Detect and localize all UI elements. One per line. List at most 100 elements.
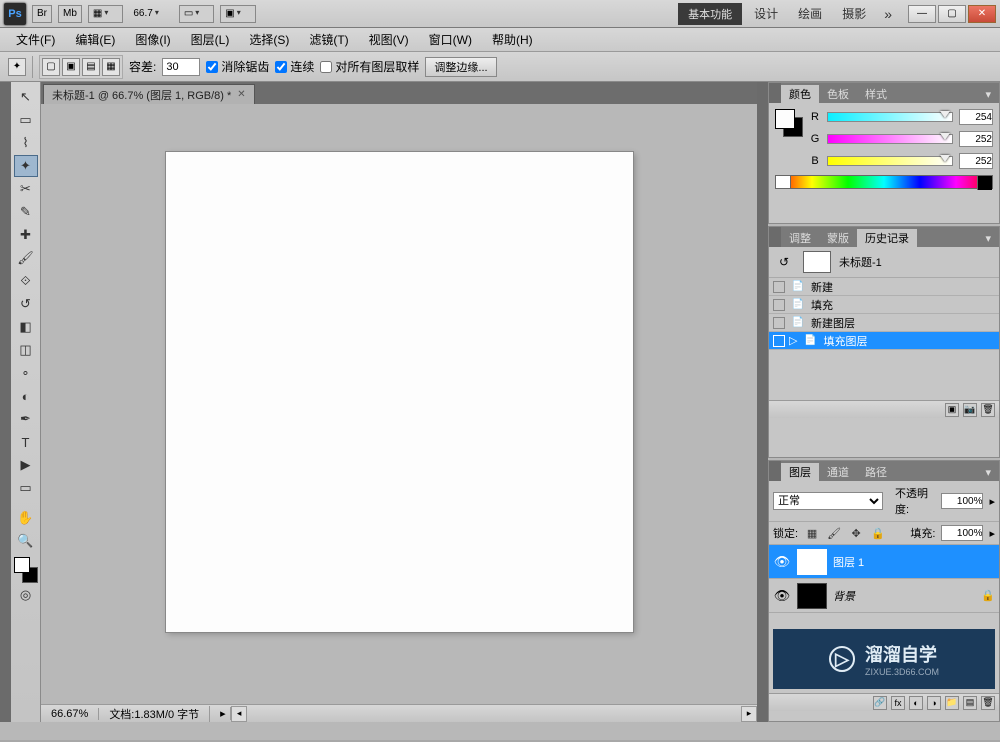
dock-edge-left[interactable] bbox=[0, 82, 11, 722]
blend-mode-select[interactable]: 正常 bbox=[773, 492, 883, 510]
layer-item[interactable]: 👁 背景 🔒 bbox=[769, 579, 999, 613]
layer-thumb[interactable] bbox=[797, 583, 827, 609]
history-new-icon[interactable]: 📷 bbox=[963, 403, 977, 417]
workspace-design-button[interactable]: 设计 bbox=[746, 3, 786, 25]
delete-layer-icon[interactable]: 🗑 bbox=[981, 696, 995, 710]
scroll-left-button[interactable]: ◂ bbox=[231, 706, 247, 722]
layer-name[interactable]: 背景 bbox=[833, 588, 975, 604]
zoom-level-display[interactable]: 66.7 bbox=[129, 5, 172, 23]
tab-paths[interactable]: 路径 bbox=[857, 463, 895, 481]
menu-file[interactable]: 文件(F) bbox=[6, 31, 65, 48]
b-input[interactable] bbox=[959, 153, 993, 169]
layer-name[interactable]: 图层 1 bbox=[833, 554, 995, 570]
lock-pixels-icon[interactable]: 🖌 bbox=[826, 525, 842, 541]
panel-menu-icon[interactable]: ▾ bbox=[977, 229, 999, 247]
r-slider[interactable] bbox=[827, 112, 953, 122]
crop-tool[interactable]: ✂ bbox=[14, 178, 38, 200]
all-layers-checkbox[interactable]: 对所有图层取样 bbox=[320, 58, 419, 75]
healing-brush-tool[interactable]: ✚ bbox=[14, 224, 38, 246]
window-close-button[interactable]: ✕ bbox=[968, 5, 996, 23]
shape-tool[interactable]: ▭ bbox=[14, 477, 38, 499]
window-maximize-button[interactable]: ▢ bbox=[938, 5, 966, 23]
history-item[interactable]: 📄填充 bbox=[769, 296, 999, 314]
layer-item[interactable]: 👁 图层 1 bbox=[769, 545, 999, 579]
history-brush-tool[interactable]: ↺ bbox=[14, 293, 38, 315]
foreground-swatch[interactable] bbox=[14, 557, 30, 573]
tab-channels[interactable]: 通道 bbox=[819, 463, 857, 481]
menu-view[interactable]: 视图(V) bbox=[359, 31, 419, 48]
lasso-tool[interactable]: ⌇ bbox=[14, 132, 38, 154]
tolerance-input[interactable] bbox=[162, 58, 200, 76]
color-swatches[interactable] bbox=[14, 557, 38, 583]
antialias-checkbox[interactable]: 消除锯齿 bbox=[206, 58, 269, 75]
history-item[interactable]: ▷📄填充图层 bbox=[769, 332, 999, 350]
marquee-tool[interactable]: ▭ bbox=[14, 109, 38, 131]
dodge-tool[interactable]: ◐ bbox=[14, 385, 38, 407]
canvas[interactable] bbox=[166, 152, 633, 632]
panel-menu-icon[interactable]: ▾ bbox=[977, 85, 999, 103]
adjustment-layer-icon[interactable]: ◑ bbox=[927, 696, 941, 710]
status-zoom[interactable]: 66.67% bbox=[41, 708, 99, 720]
panel-foreground-swatch[interactable] bbox=[775, 109, 795, 129]
contiguous-checkbox[interactable]: 连续 bbox=[275, 58, 314, 75]
blur-tool[interactable]: ∘ bbox=[14, 362, 38, 384]
hand-tool[interactable]: ✋ bbox=[14, 507, 38, 529]
dock-edge-right[interactable] bbox=[757, 82, 768, 722]
refine-edge-button[interactable]: 调整边缘... bbox=[425, 57, 496, 77]
eraser-tool[interactable]: ◧ bbox=[14, 316, 38, 338]
link-layers-icon[interactable]: 🔗 bbox=[873, 696, 887, 710]
scroll-right-button[interactable]: ▸ bbox=[741, 706, 757, 722]
opacity-input[interactable] bbox=[941, 493, 983, 509]
g-input[interactable] bbox=[959, 131, 993, 147]
fill-input[interactable] bbox=[941, 525, 983, 541]
minibridge-button[interactable]: Mb bbox=[58, 5, 82, 23]
selection-intersect-icon[interactable]: ▦ bbox=[102, 58, 120, 76]
gradient-tool[interactable]: ◫ bbox=[14, 339, 38, 361]
group-icon[interactable]: 📁 bbox=[945, 696, 959, 710]
eyedropper-tool[interactable]: ✎ bbox=[14, 201, 38, 223]
history-snapshot-thumb[interactable] bbox=[803, 251, 831, 273]
panel-menu-icon[interactable]: ▾ bbox=[977, 463, 999, 481]
layer-mask-icon[interactable]: ◐ bbox=[909, 696, 923, 710]
workspace-default-button[interactable]: 基本功能 bbox=[678, 3, 742, 25]
visibility-toggle-icon[interactable]: 👁 bbox=[773, 587, 791, 605]
visibility-toggle-icon[interactable]: 👁 bbox=[773, 553, 791, 571]
selection-add-icon[interactable]: ▣ bbox=[62, 58, 80, 76]
pen-tool[interactable]: ✒ bbox=[14, 408, 38, 430]
menu-window[interactable]: 窗口(W) bbox=[419, 31, 482, 48]
opacity-arrow-icon[interactable]: ▸ bbox=[989, 495, 995, 508]
workspace-paint-button[interactable]: 绘画 bbox=[790, 3, 830, 25]
menu-edit[interactable]: 编辑(E) bbox=[65, 31, 125, 48]
workspace-photo-button[interactable]: 摄影 bbox=[834, 3, 874, 25]
selection-new-icon[interactable]: ▢ bbox=[42, 58, 60, 76]
menu-image[interactable]: 图像(I) bbox=[125, 31, 180, 48]
history-snapshot-icon[interactable]: ▣ bbox=[945, 403, 959, 417]
layer-thumb[interactable] bbox=[797, 549, 827, 575]
document-tab[interactable]: 未标题-1 @ 66.7% (图层 1, RGB/8) * ✕ bbox=[43, 84, 255, 104]
type-tool[interactable]: T bbox=[14, 431, 38, 453]
menu-select[interactable]: 选择(S) bbox=[239, 31, 299, 48]
zoom-tool[interactable]: 🔍 bbox=[14, 530, 38, 552]
panel-color-swatches[interactable] bbox=[775, 109, 803, 137]
path-selection-tool[interactable]: ▶ bbox=[14, 454, 38, 476]
r-input[interactable] bbox=[959, 109, 993, 125]
history-brush-source-icon[interactable]: ↺ bbox=[773, 251, 795, 273]
close-tab-icon[interactable]: ✕ bbox=[237, 89, 245, 100]
view-extras-button[interactable]: ▦ bbox=[88, 5, 123, 23]
tab-masks[interactable]: 蒙版 bbox=[819, 229, 857, 247]
canvas-viewport[interactable] bbox=[41, 104, 757, 704]
history-item[interactable]: 📄新建图层 bbox=[769, 314, 999, 332]
window-minimize-button[interactable]: — bbox=[908, 5, 936, 23]
tab-layers[interactable]: 图层 bbox=[781, 463, 819, 481]
arrange-documents-button[interactable]: ▭ bbox=[179, 5, 214, 23]
status-docinfo[interactable]: 文档:1.83M/0 字节 bbox=[99, 706, 210, 722]
brush-tool[interactable]: 🖌 bbox=[14, 247, 38, 269]
tab-swatches[interactable]: 色板 bbox=[819, 85, 857, 103]
lock-position-icon[interactable]: ✥ bbox=[848, 525, 864, 541]
g-slider[interactable] bbox=[827, 134, 953, 144]
fill-arrow-icon[interactable]: ▸ bbox=[989, 527, 995, 540]
magic-wand-tool[interactable]: ✦ bbox=[14, 155, 38, 177]
menu-layer[interactable]: 图层(L) bbox=[181, 31, 240, 48]
move-tool[interactable]: ↖ bbox=[14, 86, 38, 108]
history-delete-icon[interactable]: 🗑 bbox=[981, 403, 995, 417]
